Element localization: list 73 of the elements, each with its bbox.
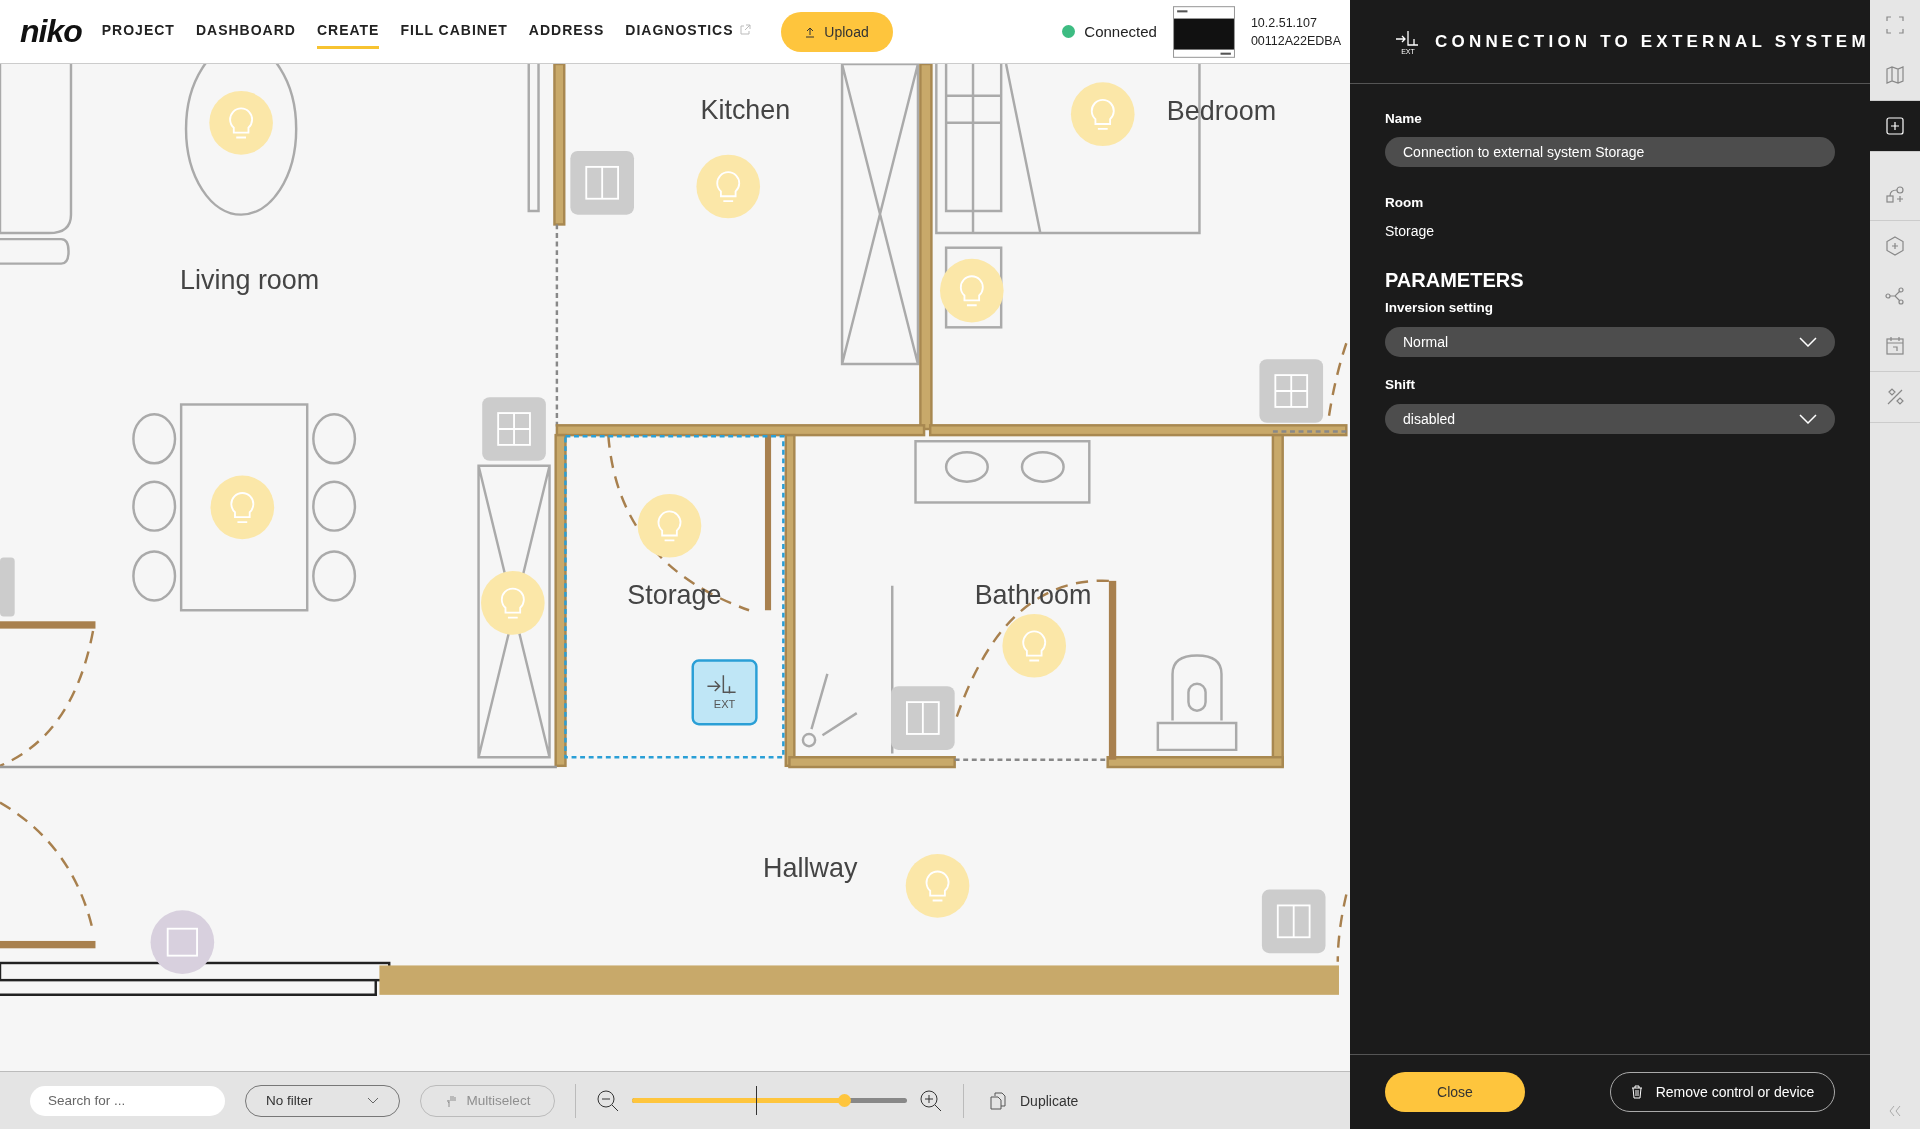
duplicate-button[interactable]: Duplicate: [984, 1090, 1085, 1111]
nav-tab[interactable]: CREATE: [316, 14, 380, 49]
light-bulb-icon[interactable]: [905, 854, 970, 918]
furniture-outline: [312, 413, 357, 465]
shapes-icon: [1885, 185, 1905, 205]
collapse-icon[interactable]: [1887, 1105, 1903, 1117]
device-icon[interactable]: [891, 686, 955, 750]
chevron-down-icon: [1799, 414, 1817, 424]
trash-icon: [1630, 1085, 1643, 1099]
zoom-slider[interactable]: [632, 1086, 907, 1115]
fullscreen-icon: [1885, 15, 1905, 35]
room-label: Storage: [627, 580, 722, 611]
room-label: Bedroom: [1166, 96, 1277, 127]
close-button[interactable]: Close: [1385, 1072, 1525, 1112]
furniture-outline: [312, 550, 357, 602]
calendar-icon: [1885, 336, 1905, 356]
upload-icon: [804, 25, 817, 38]
light-bulb-icon[interactable]: [210, 475, 275, 540]
nav-tab[interactable]: FILL CABINET: [400, 14, 508, 49]
room-label: Bathroom: [974, 580, 1092, 611]
room-value: Storage: [1385, 223, 1436, 239]
light-bulb-icon[interactable]: [1002, 613, 1067, 678]
external-link-icon: [738, 24, 751, 36]
nav-tab[interactable]: DIAGNOSTICS: [625, 14, 751, 49]
search-field[interactable]: Search for ...: [30, 1085, 225, 1116]
hexagon-plus-icon: [1885, 236, 1905, 256]
upload-button[interactable]: Upload: [780, 11, 893, 52]
room-label: Hallway: [763, 853, 858, 884]
zoom-slider-thumb[interactable]: [837, 1094, 851, 1107]
plus-square-icon: [1885, 116, 1905, 136]
furniture-outline: [132, 413, 177, 465]
room-label: Living room: [180, 265, 320, 296]
nav-tab[interactable]: ADDRESS: [528, 14, 605, 49]
light-bulb-icon[interactable]: [1070, 82, 1135, 147]
connection-status: Connected: [1084, 23, 1157, 40]
device-icon[interactable]: [482, 397, 546, 461]
light-bulb-icon[interactable]: [209, 90, 273, 155]
field-label: Room: [1385, 195, 1425, 210]
parameter-dropdown[interactable]: disabled: [1385, 404, 1835, 434]
controller-device-icon: [1172, 5, 1235, 58]
parameter-dropdown[interactable]: Normal: [1385, 327, 1835, 357]
field-label: Inversion setting: [1385, 300, 1495, 315]
light-bulb-icon[interactable]: [940, 258, 1004, 323]
light-bulb-icon[interactable]: [637, 493, 702, 558]
device-icon[interactable]: [1259, 359, 1324, 423]
furniture-outline: [312, 480, 357, 532]
nav-tab[interactable]: PROJECT: [101, 14, 175, 49]
share-icon: [1885, 286, 1905, 306]
device-icon[interactable]: [570, 150, 634, 215]
furniture-outline: [132, 480, 177, 532]
zoom-out-icon[interactable]: [596, 1088, 620, 1113]
external-system-device[interactable]: EXT: [691, 659, 758, 726]
side-tool-button[interactable]: [1870, 101, 1920, 151]
section-heading: PARAMETERS: [1385, 269, 1525, 292]
furniture-outline: [0, 557, 15, 617]
chevron-down-icon: [367, 1096, 379, 1105]
field-label: Shift: [1385, 377, 1416, 392]
mac-address: 00112A22EDBA: [1250, 33, 1341, 48]
ip-address: 10.2.51.107: [1250, 15, 1318, 30]
panel-title: CONNECTION TO EXTERNAL SYSTEM: [1435, 31, 1870, 52]
field-label: Name: [1385, 111, 1423, 126]
nav-tab[interactable]: DASHBOARD: [195, 14, 296, 49]
chevron-down-icon: [1799, 337, 1817, 347]
copy-icon: [990, 1091, 1006, 1110]
room-label: Kitchen: [700, 95, 791, 126]
map-icon: [1885, 65, 1905, 85]
device-icon[interactable]: [1261, 889, 1326, 954]
light-bulb-icon[interactable]: [696, 154, 761, 219]
logo[interactable]: niko: [20, 13, 82, 50]
name-field[interactable]: Connection to external system Storage: [1385, 137, 1835, 167]
furniture-outline: [132, 550, 177, 602]
zoom-in-icon[interactable]: [919, 1088, 943, 1113]
light-bulb-icon[interactable]: [481, 571, 545, 635]
